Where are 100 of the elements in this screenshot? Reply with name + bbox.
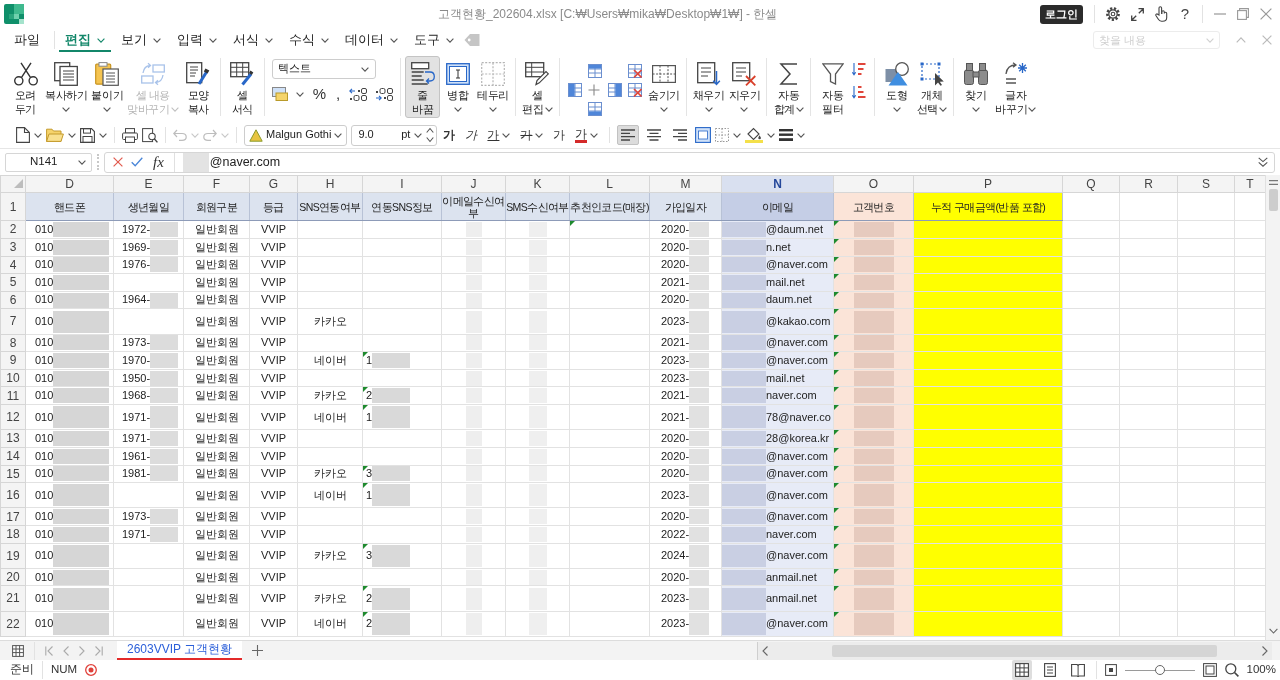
wrap-text-button[interactable]: 줄 바꿈 xyxy=(405,56,441,118)
column-header[interactable]: H xyxy=(297,175,363,193)
cell-edit-button[interactable]: 셀 편집 xyxy=(519,56,555,118)
grid-view-icon[interactable] xyxy=(1011,660,1032,680)
caret-icon[interactable] xyxy=(733,132,742,138)
format-painter-button[interactable]: 모양 복사 xyxy=(180,56,216,118)
printer-icon[interactable] xyxy=(122,127,138,143)
chevron-down-icon[interactable] xyxy=(1268,628,1278,634)
menu-tab[interactable]: 보기 xyxy=(115,28,167,52)
select-objects-button[interactable]: 개체 선택 xyxy=(914,56,950,118)
cut-button[interactable]: 오려 두기 xyxy=(8,56,43,118)
caret-icon[interactable] xyxy=(295,91,304,97)
merge-cells-icon[interactable] xyxy=(695,127,712,143)
sort-descending-icon[interactable] xyxy=(852,62,867,76)
name-box[interactable]: N141 xyxy=(5,152,92,172)
caret-icon[interactable] xyxy=(34,132,42,138)
scrollbar-thumb[interactable] xyxy=(1268,189,1278,211)
caret-icon[interactable] xyxy=(767,132,776,138)
menu-tab[interactable]: 데이터 xyxy=(339,28,404,52)
help-button[interactable]: ? xyxy=(1178,6,1191,22)
grid-x-icon[interactable] xyxy=(627,64,642,78)
find-button[interactable]: 찾기 xyxy=(958,56,994,118)
column-header[interactable]: S xyxy=(1177,175,1235,193)
fill-bucket-icon[interactable] xyxy=(745,127,764,143)
plus-icon[interactable] xyxy=(252,645,264,656)
column-header[interactable]: N xyxy=(721,175,834,193)
cancel-icon[interactable] xyxy=(113,157,123,167)
check-icon[interactable] xyxy=(131,157,143,167)
column-header[interactable]: J xyxy=(441,175,506,193)
square-frame-icon[interactable] xyxy=(1202,663,1217,677)
row-header[interactable]: 19 xyxy=(0,543,26,569)
split-handle-icon[interactable] xyxy=(1268,180,1278,185)
close-icon[interactable] xyxy=(1260,8,1272,20)
hand-pointer-icon[interactable] xyxy=(1154,6,1168,22)
chevron-left-icon[interactable] xyxy=(762,645,768,656)
zoom-icon[interactable] xyxy=(1224,663,1239,677)
spinner-icon[interactable] xyxy=(426,127,435,143)
menu-tab[interactable]: 파일 xyxy=(8,28,46,52)
autofilter-button[interactable]: 자동 필터 xyxy=(815,56,851,118)
column-header[interactable]: L xyxy=(569,175,650,193)
align-left-icon[interactable] xyxy=(617,125,640,145)
column-header[interactable]: P xyxy=(913,175,1063,193)
column-header[interactable]: T xyxy=(1234,175,1265,193)
vertical-scrollbar[interactable] xyxy=(1265,175,1280,640)
menu-tab[interactable]: 수식 xyxy=(283,28,335,52)
row-header[interactable]: 1 xyxy=(0,192,26,221)
grid-bottom-row-icon[interactable] xyxy=(587,102,602,116)
hide-button[interactable]: 숨기기 xyxy=(645,56,682,118)
thick-lines-icon[interactable] xyxy=(779,129,794,141)
replace-button[interactable]: 글자 바꾸기 xyxy=(993,56,1039,118)
grid-top-row-icon[interactable] xyxy=(587,64,602,78)
grid-x-icon[interactable] xyxy=(627,83,642,97)
column-header[interactable]: O xyxy=(833,175,914,193)
document-magnifier-icon[interactable] xyxy=(142,127,158,143)
caret-icon[interactable] xyxy=(99,132,107,138)
font-size-field[interactable]: 9.0 pt xyxy=(351,124,438,146)
double-chevron-icon[interactable] xyxy=(1258,157,1268,167)
slider-thumb[interactable] xyxy=(1154,665,1165,675)
caret-icon[interactable] xyxy=(797,132,806,138)
copy-button[interactable]: 복사하기 xyxy=(43,56,90,118)
font-color-button[interactable]: 가 xyxy=(573,127,601,143)
insert-function-button[interactable]: fx xyxy=(151,154,166,170)
grid-right-column-icon[interactable] xyxy=(607,83,622,97)
column-header[interactable]: K xyxy=(505,175,570,193)
menu-tab[interactable]: 편집 xyxy=(59,28,111,52)
bold-button[interactable]: 가 xyxy=(441,127,458,143)
column-header[interactable]: Q xyxy=(1062,175,1120,193)
shapes-button[interactable]: 도형 xyxy=(879,56,915,118)
decrease-decimal-icon[interactable] xyxy=(375,87,394,101)
column-header[interactable]: E xyxy=(113,175,184,193)
row-header[interactable]: 7 xyxy=(0,308,26,335)
settings-icon[interactable] xyxy=(1105,7,1120,21)
column-header[interactable]: D xyxy=(25,175,114,193)
autosum-button[interactable]: 자동 합계 xyxy=(771,56,807,118)
chevron-right-icon[interactable] xyxy=(1262,645,1268,656)
expand-arrows-icon[interactable] xyxy=(1130,7,1144,21)
menu-tab[interactable]: 도구 xyxy=(408,28,460,52)
menu-tab[interactable]: 서식 xyxy=(227,28,279,52)
number-format-dropdown[interactable]: 텍스트 xyxy=(271,59,376,79)
percent-button[interactable]: % xyxy=(311,86,327,102)
font-dropdown[interactable]: Malgun Gothi xyxy=(244,124,348,146)
column-header[interactable]: F xyxy=(183,175,250,193)
paste-button[interactable]: 붙이기 xyxy=(89,56,126,118)
column-header[interactable]: M xyxy=(649,175,722,193)
increase-decimal-icon[interactable] xyxy=(349,87,368,101)
column-header[interactable]: I xyxy=(362,175,442,193)
underline-button[interactable]: 가 xyxy=(485,127,513,143)
comma-button[interactable]: , xyxy=(334,86,342,102)
fill-button[interactable]: 채우기 xyxy=(690,56,727,118)
menu-tab[interactable]: 입력 xyxy=(171,28,223,52)
sheet-tab[interactable]: 2603VVIP 고객현황 xyxy=(117,641,243,660)
record-icon[interactable] xyxy=(85,664,98,676)
sheet-grid-icon[interactable] xyxy=(12,644,24,657)
document-icon[interactable] xyxy=(16,127,30,143)
border-button[interactable]: 테두리 xyxy=(475,56,511,118)
merge-button[interactable]: 병합 xyxy=(440,56,476,118)
formula-input[interactable]: @naver.com xyxy=(182,152,1250,172)
row-header[interactable]: 22 xyxy=(0,611,26,637)
cell-format-button[interactable]: 셀 서식 xyxy=(224,56,260,118)
login-button[interactable]: 로그인 xyxy=(1039,4,1083,24)
